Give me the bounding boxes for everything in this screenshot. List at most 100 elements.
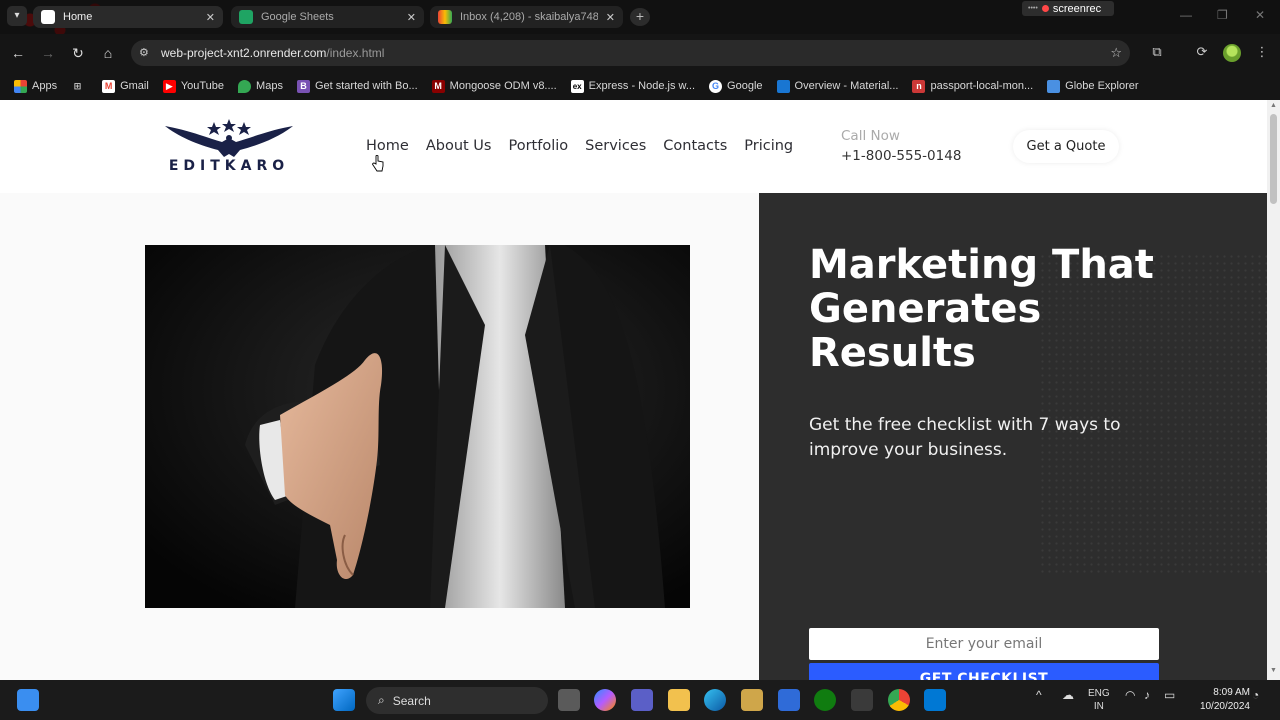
url-host: web-project-xnt2.onrender.com <box>161 46 327 60</box>
phone-number[interactable]: +1-800-555-0148 <box>841 148 961 164</box>
nav-contacts[interactable]: Contacts <box>663 138 727 154</box>
bookmark-globe-explorer[interactable]: Globe Explorer <box>1047 79 1139 93</box>
call-now-block: Call Now +1-800-555-0148 <box>841 128 961 164</box>
scroll-down-icon[interactable]: ▼ <box>1270 667 1277 674</box>
bookmark-passport[interactable]: n passport-local-mon... <box>912 79 1033 93</box>
gmail-icon <box>438 10 452 24</box>
tab-label: Inbox (4,208) - skaibalya748@ <box>460 11 598 23</box>
screen-recorder-badge: •••• screenrec <box>1022 1 1114 16</box>
copilot-icon[interactable] <box>594 689 616 711</box>
site-logo[interactable]: EDITKARO <box>148 116 310 176</box>
teams-icon[interactable] <box>631 689 653 711</box>
language-indicator[interactable]: ENG IN <box>1088 687 1110 713</box>
wifi-icon[interactable]: ◠ <box>1125 688 1135 702</box>
bookmark-label: Gmail <box>120 80 149 92</box>
tab-home[interactable]: Home ✕ <box>33 6 223 28</box>
nav-about-us[interactable]: About Us <box>426 138 492 154</box>
url-path: /index.html <box>326 46 385 60</box>
bookmark-label: Get started with Bo... <box>314 80 418 92</box>
bookmark-bootstrap[interactable]: B Get started with Bo... <box>296 79 418 93</box>
profile-avatar[interactable] <box>1223 44 1241 62</box>
close-tab-icon[interactable]: ✕ <box>206 11 215 24</box>
bookmarks-bar: Apps ⊞ M Gmail ▶ YouTube Maps B Get started… <box>0 72 1280 100</box>
start-windows-icon[interactable] <box>333 689 355 711</box>
restore-icon[interactable]: ❐ <box>1217 8 1228 22</box>
bookmark-star-icon[interactable]: ☆ <box>1110 45 1122 61</box>
page-scrollbar[interactable]: ▲ ▼ <box>1267 100 1280 680</box>
bookmark-grid[interactable]: ⊞ <box>71 80 84 93</box>
bookmark-express[interactable]: ex Express - Node.js w... <box>570 79 696 93</box>
bookmark-label: Google <box>727 80 763 92</box>
scroll-up-icon[interactable]: ▲ <box>1270 102 1277 109</box>
widgets-icon[interactable] <box>17 689 39 711</box>
businessman-handshake-image <box>145 245 690 608</box>
get-checklist-button[interactable]: GET CHECKLIST <box>809 663 1159 680</box>
tab-gmail-inbox[interactable]: Inbox (4,208) - skaibalya748@ ✕ <box>430 6 623 28</box>
chrome-icon[interactable] <box>888 689 910 711</box>
battery-icon[interactable]: ▭ <box>1164 688 1175 702</box>
home-icon[interactable]: ⌂ <box>99 44 117 62</box>
recorder-label: screenrec <box>1052 2 1102 15</box>
close-tab-icon[interactable]: ✕ <box>606 11 615 24</box>
taskbar-search[interactable]: ⌕ Search <box>366 687 548 714</box>
tab-google-sheets[interactable]: Google Sheets ✕ <box>231 6 424 28</box>
site-info-icon[interactable]: ⚙ <box>139 46 153 60</box>
bookmark-label: Express - Node.js w... <box>588 80 696 92</box>
minimize-icon[interactable]: — <box>1180 8 1192 22</box>
address-bar[interactable]: ⚙ web-project-xnt2.onrender.com/index.ht… <box>131 40 1130 66</box>
nav-home[interactable]: Home <box>366 138 409 154</box>
bookmark-gmail[interactable]: M Gmail <box>102 79 149 93</box>
windows-taskbar: ⌕ Search ^ ☁ ENG IN ◠ ♪ ▭ 8:09 AM 10/20/… <box>0 680 1280 720</box>
close-window-icon[interactable]: ✕ <box>1255 8 1265 22</box>
editor-app-icon[interactable] <box>778 689 800 711</box>
onedrive-icon[interactable]: ☁ <box>1062 688 1074 702</box>
bookmark-material[interactable]: Overview - Material... <box>776 79 898 93</box>
hero-subtitle: Get the free checklist with 7 ways to im… <box>809 415 1121 460</box>
tab-search-button[interactable]: ▾ <box>7 6 27 26</box>
new-tab-button[interactable]: + <box>630 8 650 26</box>
nav-pricing[interactable]: Pricing <box>744 138 793 154</box>
email-input[interactable] <box>809 628 1159 660</box>
logo-wordmark: EDITKARO <box>168 158 290 174</box>
search-label: Search <box>392 693 431 708</box>
site-favicon-icon <box>41 10 55 24</box>
nav-portfolio[interactable]: Portfolio <box>508 138 568 154</box>
language-code: ENG <box>1088 688 1110 699</box>
page-viewport: EDITKARO Home About Us Portfolio Service… <box>0 100 1267 680</box>
system-clock[interactable]: 8:09 AM 10/20/2024 <box>1196 686 1250 714</box>
bookmark-apps[interactable]: Apps <box>14 79 57 93</box>
hero-title: Marketing That Generates Results <box>809 242 1154 376</box>
store-icon[interactable] <box>741 689 763 711</box>
github-icon[interactable] <box>851 689 873 711</box>
hero-cta-section: Marketing That Generates Results Get the… <box>759 193 1267 680</box>
edge-icon[interactable] <box>704 689 726 711</box>
bookmark-youtube[interactable]: ▶ YouTube <box>162 79 224 93</box>
call-now-label: Call Now <box>841 128 900 144</box>
google-icon: G <box>709 79 723 93</box>
forward-arrow-icon[interactable]: → <box>39 44 57 62</box>
nav-services[interactable]: Services <box>585 138 646 154</box>
extensions-icon[interactable]: ⧉ <box>1148 44 1166 62</box>
show-hidden-icons-chevron-icon[interactable]: ^ <box>1036 688 1042 702</box>
reload-icon[interactable]: ↻ <box>69 44 87 62</box>
task-view-icon[interactable] <box>558 689 580 711</box>
vscode-icon[interactable] <box>924 689 946 711</box>
menu-dots-icon[interactable]: ⋮ <box>1253 44 1271 62</box>
bookmark-google[interactable]: G Google <box>709 79 763 93</box>
bookmark-maps[interactable]: Maps <box>238 79 283 93</box>
mongoose-icon: M <box>431 79 445 93</box>
sheets-icon <box>239 10 253 24</box>
bookmark-mongoose[interactable]: M Mongoose ODM v8.... <box>431 79 557 93</box>
get-a-quote-button[interactable]: Get a Quote <box>1013 130 1119 163</box>
volume-icon[interactable]: ♪ <box>1144 688 1150 702</box>
tab-label: Home <box>63 11 93 23</box>
back-arrow-icon[interactable]: ← <box>9 44 27 62</box>
xbox-icon[interactable] <box>814 689 836 711</box>
scroll-thumb[interactable] <box>1270 114 1277 204</box>
recorder-dots-icon: •••• <box>1028 5 1038 12</box>
npm-icon: n <box>912 79 926 93</box>
close-tab-icon[interactable]: ✕ <box>407 11 416 24</box>
file-explorer-icon[interactable] <box>668 689 690 711</box>
sync-icon[interactable]: ⟳ <box>1193 44 1211 62</box>
notification-bell-icon[interactable]: ◔ <box>1252 688 1259 702</box>
